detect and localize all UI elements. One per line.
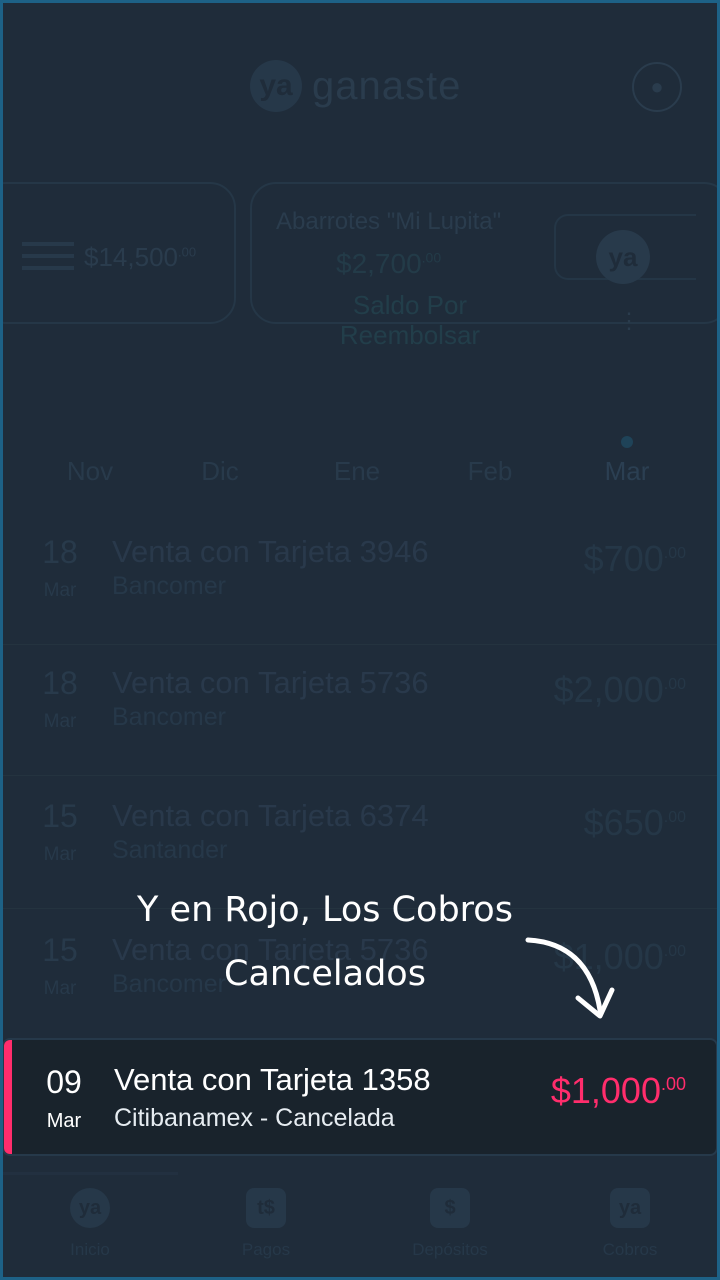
summary-amount-cents: .00 [177,244,197,260]
transaction-title: Venta con Tarjeta 3946 [112,534,429,569]
month-tab-mar[interactable]: Mar [587,456,667,487]
transaction-title: Venta con Tarjeta 5736 [112,665,429,700]
transaction-amount-cents: .00 [660,1074,686,1094]
transaction-amount-cents: .00 [663,809,686,826]
cancelled-status-bar [4,1040,12,1154]
business-card[interactable]: Abarrotes "Mi Lupita" $2,700.00 Saldo Po… [250,182,720,350]
transaction-title: Venta con Tarjeta 6374 [112,798,429,833]
row-divider [0,775,720,776]
transaction-amount-value: $2,000 [553,669,664,710]
cancelled-transaction-row[interactable]: 09 Mar Venta con Tarjeta 1358 Citibaname… [2,1038,718,1156]
active-tab-indicator [0,1172,178,1175]
nav-item-cobros[interactable]: ya Cobros [540,1188,720,1260]
transaction-amount-value: $1,000 [550,1070,661,1111]
transaction-day: 18 [42,665,78,701]
deposits-icon: $ [430,1188,470,1228]
transaction-row[interactable]: 18 Mar Venta con Tarjeta 3946 Bancomer $… [0,534,720,654]
transaction-day: 18 [42,534,78,570]
transaction-amount: $650.00 [584,802,686,844]
nav-item-pagos[interactable]: t$ Pagos [176,1188,356,1260]
balance-amount: $2,700.00 [336,248,441,280]
transaction-bank-status: Citibanamex - Cancelada [114,1104,395,1132]
summary-amount-value: $14,500 [84,242,178,272]
charges-chat-icon: ya [610,1188,650,1228]
transaction-month: Mar [43,580,77,601]
summary-card-left[interactable]: $14,500.00 [0,182,236,324]
transaction-bank: Bancomer [112,703,226,731]
month-selector: Nov Dic Ene Feb Mar [0,436,720,496]
logo-mark: ya [250,60,302,112]
month-tab-nov[interactable]: Nov [50,456,130,487]
curved-arrow-icon [525,937,615,1019]
transaction-day: 15 [42,932,78,968]
app-logo: ya ganaste [250,60,461,112]
row-divider [0,644,720,645]
business-name: Abarrotes "Mi Lupita" [276,208,502,235]
transaction-amount: $700.00 [584,538,686,580]
callout-line2: Cancelados [224,954,426,994]
transaction-bank: Santander [112,836,228,864]
transaction-amount-value: $700 [583,538,664,579]
balance-label-line1: Saldo Por [352,290,468,320]
transaction-day: 09 [46,1064,82,1100]
more-options-icon[interactable]: ⋮ [618,308,640,334]
transaction-amount-value: $650 [583,802,664,843]
balance-label: Saldo Por Reembolsar [330,290,490,350]
transaction-month: Mar [46,1110,82,1132]
app-header: ya ganaste ● [0,52,720,122]
home-ya-icon: ya [70,1188,110,1228]
transaction-amount: $1,000.00 [551,1070,686,1112]
transaction-bank: Bancomer [112,572,226,600]
transaction-amount: $2,000.00 [554,669,686,711]
transaction-month: Mar [43,711,77,732]
transaction-month: Mar [43,978,77,999]
balance-cents: .00 [421,249,442,266]
balance-value: $2,700 [336,248,422,279]
month-tab-feb[interactable]: Feb [450,456,530,487]
transaction-day: 15 [42,798,78,834]
transaction-amount-cents: .00 [663,943,686,960]
tutorial-callout: Y en Rojo, Los Cobros Cancelados [110,878,540,1006]
ya-badge-icon: ya [596,230,650,284]
nav-item-inicio[interactable]: ya Inicio [0,1188,180,1260]
logo-text: ganaste [312,63,462,108]
nav-label: Depósitos [412,1240,488,1259]
user-icon[interactable]: ● [632,62,682,112]
month-tab-dic[interactable]: Dic [180,456,260,487]
transaction-title: Venta con Tarjeta 1358 [114,1062,431,1097]
active-month-indicator [621,436,633,448]
bottom-navigation: ya Inicio t$ Pagos $ Depósitos ya Cobros [0,1160,720,1280]
transaction-amount-cents: .00 [663,545,686,562]
payments-icon: t$ [246,1188,286,1228]
transaction-amount-cents: .00 [663,676,686,693]
summary-amount: $14,500.00 [84,242,196,273]
nav-label: Inicio [70,1240,110,1259]
balance-label-line2: Reembolsar [339,320,481,350]
nav-item-depositos[interactable]: $ Depósitos [360,1188,540,1260]
month-tab-ene[interactable]: Ene [317,456,397,487]
nav-label: Pagos [241,1240,291,1259]
menu-lines-icon [22,242,74,246]
transaction-row[interactable]: 18 Mar Venta con Tarjeta 5736 Bancomer $… [0,665,720,785]
nav-label: Cobros [602,1240,658,1259]
transaction-month: Mar [43,844,77,865]
callout-line1: Y en Rojo, Los Cobros [137,890,513,930]
